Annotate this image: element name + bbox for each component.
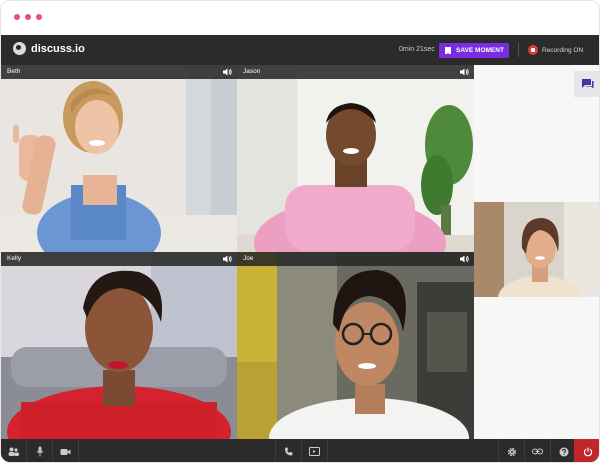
link-button[interactable] <box>525 439 550 462</box>
window-dot-icon[interactable] <box>25 14 31 20</box>
participant-label: Beth <box>1 65 237 79</box>
window-dot-icon[interactable] <box>36 14 42 20</box>
participant-video <box>1 252 237 439</box>
participant-label: Kelly <box>1 252 237 266</box>
participant-video <box>1 65 237 252</box>
screen-share-icon <box>309 447 320 456</box>
recording-status[interactable]: Recording ON <box>528 45 583 55</box>
speaker-icon[interactable] <box>223 68 232 76</box>
toolbar-divider <box>78 439 79 462</box>
microphone-button[interactable] <box>27 439 52 462</box>
chat-button[interactable] <box>574 71 599 97</box>
microphone-icon <box>36 446 43 457</box>
save-moment-label: SAVE MOMENT <box>456 47 504 54</box>
settings-button[interactable] <box>499 439 524 462</box>
participant-name: Jason <box>243 68 261 75</box>
chat-icon <box>582 79 594 89</box>
session-timer: 0min 21sec <box>399 46 435 53</box>
app-name: discuss.io <box>31 42 85 55</box>
header-divider <box>518 43 519 57</box>
app-header: discuss.io 0min 21sec SAVE MOMENT Record… <box>1 35 599 65</box>
app-logo[interactable]: discuss.io <box>13 42 85 55</box>
window-titlebar <box>1 1 599 35</box>
settings-icon <box>507 447 516 456</box>
recording-label: Recording ON <box>542 46 584 54</box>
camera-button[interactable] <box>53 439 78 462</box>
participant-video <box>237 252 474 439</box>
call-toolbar <box>1 439 599 462</box>
screen-share-button[interactable] <box>302 439 327 462</box>
participant-label: Jason <box>237 65 474 79</box>
participant-name: Kelly <box>7 255 22 262</box>
help-button[interactable] <box>551 439 576 462</box>
video-tile-kelly[interactable]: Kelly <box>1 252 237 439</box>
toolbar-divider <box>327 439 328 462</box>
participants-icon <box>8 447 19 456</box>
video-tile-joe[interactable]: Joe <box>237 252 474 439</box>
video-tile-beth[interactable]: Beth <box>1 65 237 252</box>
help-icon <box>559 447 568 456</box>
video-tile-moderator[interactable] <box>474 202 599 297</box>
participants-button[interactable] <box>1 439 26 462</box>
app-window: discuss.io 0min 21sec SAVE MOMENT Record… <box>0 0 600 463</box>
window-dot-icon[interactable] <box>14 14 20 20</box>
link-icon <box>532 448 543 455</box>
power-icon <box>583 447 592 456</box>
participant-label: Joe <box>237 252 474 266</box>
bookmark-icon <box>445 47 451 55</box>
speaker-icon[interactable] <box>223 255 232 263</box>
participant-name: Joe <box>243 255 254 262</box>
speaker-icon[interactable] <box>460 255 469 263</box>
phone-icon <box>285 447 293 456</box>
end-call-button[interactable] <box>574 439 599 462</box>
video-tile-jason[interactable]: Jason <box>237 65 474 252</box>
recording-icon <box>528 45 538 55</box>
participant-video <box>474 202 599 297</box>
participant-name: Beth <box>7 68 21 75</box>
logo-icon <box>13 42 26 55</box>
camera-icon <box>60 448 71 455</box>
speaker-icon[interactable] <box>460 68 469 76</box>
save-moment-button[interactable]: SAVE MOMENT <box>439 43 509 58</box>
participant-video <box>237 65 474 252</box>
phone-button[interactable] <box>276 439 301 462</box>
